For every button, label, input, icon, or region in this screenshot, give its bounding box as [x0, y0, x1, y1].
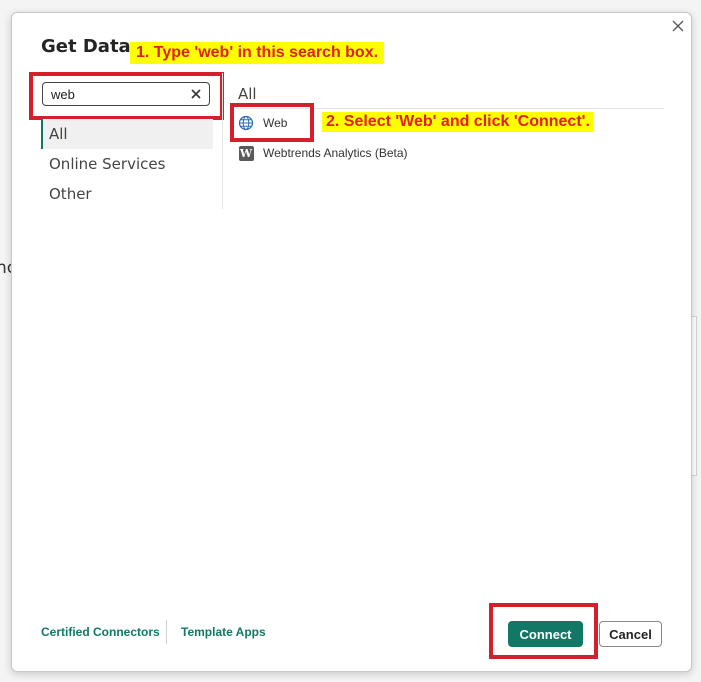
- results-divider: [236, 108, 664, 109]
- annotation-step-1: 1. Type 'web' in this search box.: [130, 42, 385, 64]
- category-item-other[interactable]: Other: [41, 179, 213, 209]
- template-apps-link[interactable]: Template Apps: [181, 625, 266, 639]
- result-item-webtrends[interactable]: W Webtrends Analytics (Beta): [238, 141, 408, 165]
- globe-icon: [238, 115, 254, 131]
- search-box[interactable]: [42, 82, 210, 106]
- cancel-button[interactable]: Cancel: [599, 621, 662, 647]
- panel-divider: [222, 73, 223, 209]
- category-list: All Online Services Other: [41, 119, 213, 209]
- results-heading: All: [238, 85, 257, 103]
- category-item-all[interactable]: All: [41, 119, 213, 149]
- connect-button[interactable]: Connect: [508, 621, 583, 647]
- clear-icon: [191, 89, 201, 99]
- footer-divider: [166, 620, 167, 644]
- certified-connectors-link[interactable]: Certified Connectors: [41, 625, 160, 639]
- result-label: Webtrends Analytics (Beta): [263, 146, 408, 160]
- result-label: Web: [263, 116, 288, 130]
- result-item-web[interactable]: Web: [238, 111, 287, 135]
- dialog-title: Get Data: [41, 36, 131, 57]
- search-input[interactable]: [49, 85, 189, 103]
- clear-search-button[interactable]: [189, 87, 203, 101]
- category-item-online-services[interactable]: Online Services: [41, 149, 213, 179]
- get-data-dialog: Get Data 1. Type 'web' in this search bo…: [11, 12, 692, 672]
- webtrends-icon: W: [238, 145, 254, 161]
- annotation-step-2: 2. Select 'Web' and click 'Connect'.: [322, 112, 594, 132]
- close-icon: [672, 20, 684, 32]
- close-button[interactable]: [667, 15, 689, 37]
